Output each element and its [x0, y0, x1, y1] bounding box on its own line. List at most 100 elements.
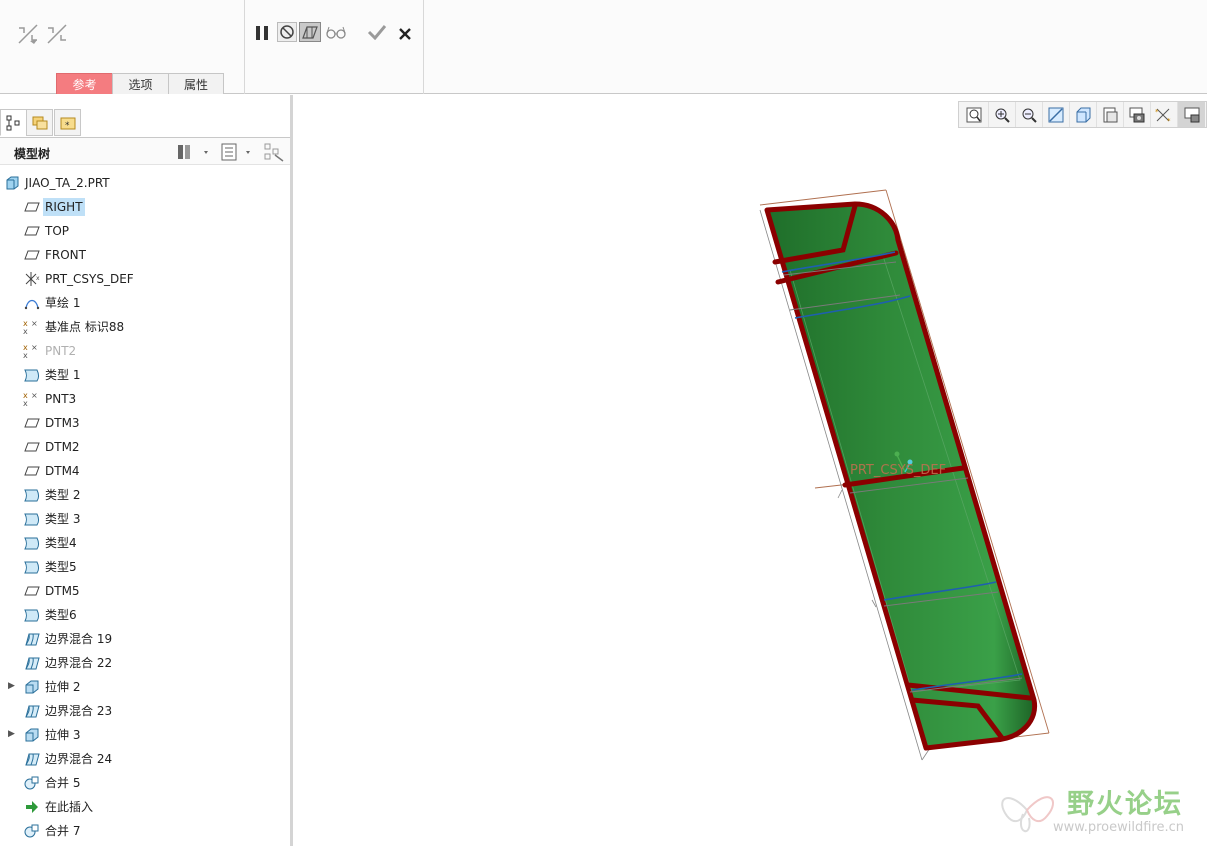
tree-show-icon[interactable] — [219, 142, 255, 162]
view-manager-icon[interactable] — [1124, 102, 1151, 127]
datum-plane-icon — [23, 583, 41, 599]
tree-item[interactable]: 类型 2 — [0, 483, 290, 507]
svg-text:×: × — [31, 391, 38, 400]
datum-plane-icon — [23, 199, 41, 215]
tab-references[interactable]: 参考 — [56, 73, 113, 94]
tree-item-label: 类型 1 — [45, 368, 81, 382]
zoom-out-icon[interactable] — [1016, 102, 1043, 127]
tree-item[interactable]: x PRT_CSYS_DEF — [0, 267, 290, 291]
model-tree-header: 模型树 — [0, 137, 290, 165]
tree-item[interactable]: TOP — [0, 219, 290, 243]
saved-views-icon[interactable] — [1097, 102, 1124, 127]
model-tree-tab-icon[interactable] — [0, 109, 27, 136]
tree-item[interactable]: 草绘 1 — [0, 291, 290, 315]
svg-text:x: x — [23, 351, 28, 359]
tree-item[interactable]: 类型 1 — [0, 363, 290, 387]
part-model-view[interactable]: PRT_CSYS_DEF — [293, 95, 1207, 846]
tree-item-label: 合并 5 — [45, 776, 81, 790]
svg-text:x: x — [36, 275, 40, 282]
tree-item[interactable]: 在此插入 — [0, 795, 290, 819]
tree-root-item[interactable]: JIAO_TA_2.PRT — [0, 171, 290, 195]
watermark-url: www.proewildfire.cn — [1053, 820, 1184, 835]
tree-item[interactable]: 合并 7 — [0, 819, 290, 843]
tree-item[interactable]: x × x PNT3 — [0, 387, 290, 411]
tree-item[interactable]: 边界混合 24 — [0, 747, 290, 771]
tab-properties[interactable]: 属性 — [168, 73, 224, 94]
datum-plane-icon — [23, 463, 41, 479]
tree-item[interactable]: 合并 5 — [0, 771, 290, 795]
navigator-panel: * 模型树 JIAO_TA_2.PRT RIGHT TOP FRONT x PRT_CSY… — [0, 95, 293, 846]
graphics-window[interactable]: PRT_CSYS_DEF — [293, 95, 1207, 846]
surface-icon — [23, 535, 41, 551]
view-toolbar: * * — [958, 101, 1207, 128]
tree-item[interactable]: DTM4 — [0, 459, 290, 483]
datum-plane-icon — [23, 223, 41, 239]
svg-text:*: * — [1167, 117, 1171, 124]
dashboard-controls — [245, 0, 424, 94]
annotation-display-icon[interactable] — [1178, 102, 1205, 127]
tree-item-label: DTM5 — [45, 584, 80, 598]
dashboard-left-group: 参考 选项 属性 — [0, 0, 245, 94]
surface-icon — [23, 487, 41, 503]
tree-item-label: RIGHT — [43, 198, 85, 216]
tree-item[interactable]: ▶ 拉伸 3 — [0, 723, 290, 747]
tree-item-label: FRONT — [45, 248, 86, 262]
feature-dashboard: 参考 选项 属性 — [0, 0, 1207, 94]
tree-item[interactable]: DTM5 — [0, 579, 290, 603]
tree-item[interactable]: 类型 3 — [0, 507, 290, 531]
expand-arrow-icon[interactable]: ▶ — [8, 729, 18, 741]
boundary-blend-icon — [23, 703, 41, 719]
favorites-tab-icon[interactable]: * — [54, 109, 81, 136]
cancel-icon[interactable] — [395, 24, 415, 44]
verify-preview-icon[interactable] — [299, 22, 321, 42]
app-window: 参考 选项 属性 * 模型树 JIAO_TA_2.PRT RIGHT TOP F… — [0, 0, 1207, 846]
datum-point-icon: x × x — [23, 343, 41, 359]
datum-plane-icon — [23, 415, 41, 431]
repaint-icon[interactable] — [1043, 102, 1070, 127]
display-style-icon[interactable] — [1070, 102, 1097, 127]
tree-item[interactable]: 边界混合 19 — [0, 627, 290, 651]
tree-item[interactable]: FRONT — [0, 243, 290, 267]
glasses-preview-icon[interactable] — [325, 23, 347, 41]
tree-item[interactable]: x × x PNT2 — [0, 339, 290, 363]
folder-browser-tab-icon[interactable] — [26, 109, 53, 136]
surface-icon — [23, 607, 41, 623]
surface-icon — [23, 559, 41, 575]
tree-filter-icon[interactable] — [263, 142, 285, 162]
tree-item[interactable]: DTM3 — [0, 411, 290, 435]
expand-arrow-icon[interactable]: ▶ — [8, 681, 18, 693]
refit-icon[interactable] — [959, 102, 989, 127]
edge-chain-alt-icon[interactable] — [45, 22, 69, 46]
tree-item[interactable]: 边界混合 22 — [0, 651, 290, 675]
svg-text:*: * — [65, 121, 70, 131]
tree-item[interactable]: DTM2 — [0, 435, 290, 459]
boundary-blend-icon — [23, 751, 41, 767]
tree-item-label: 在此插入 — [45, 800, 94, 814]
tree-item[interactable]: ▶ 拉伸 2 — [0, 675, 290, 699]
datum-display-icon[interactable]: * * — [1151, 102, 1178, 127]
tree-item[interactable]: 边界混合 23 — [0, 699, 290, 723]
boundary-blend-icon — [23, 631, 41, 647]
csys-label: PRT_CSYS_DEF — [850, 463, 946, 478]
tree-item-label: 边界混合 19 — [45, 632, 113, 646]
no-preview-icon[interactable] — [277, 22, 297, 42]
tree-settings-icon[interactable] — [176, 142, 212, 162]
edge-chain-icon[interactable] — [16, 22, 40, 46]
tree-item[interactable]: 类型6 — [0, 603, 290, 627]
extrude-icon — [23, 727, 41, 743]
svg-text:x: x — [23, 327, 28, 335]
pause-icon[interactable] — [253, 23, 271, 43]
tree-item-label: PNT3 — [45, 392, 77, 406]
tree-item[interactable]: 类型5 — [0, 555, 290, 579]
zoom-in-icon[interactable] — [989, 102, 1016, 127]
svg-text:×: × — [31, 319, 38, 328]
tree-item-label: JIAO_TA_2.PRT — [25, 176, 110, 190]
tab-options[interactable]: 选项 — [112, 73, 169, 94]
tree-item[interactable]: x × x 基准点 标识88 — [0, 315, 290, 339]
confirm-icon[interactable] — [366, 22, 388, 42]
svg-text:x: x — [23, 399, 28, 407]
tree-item-label: 类型5 — [45, 560, 77, 574]
tree-item-label: 类型 3 — [45, 512, 81, 526]
tree-item[interactable]: 类型4 — [0, 531, 290, 555]
tree-item[interactable]: RIGHT — [0, 195, 290, 219]
